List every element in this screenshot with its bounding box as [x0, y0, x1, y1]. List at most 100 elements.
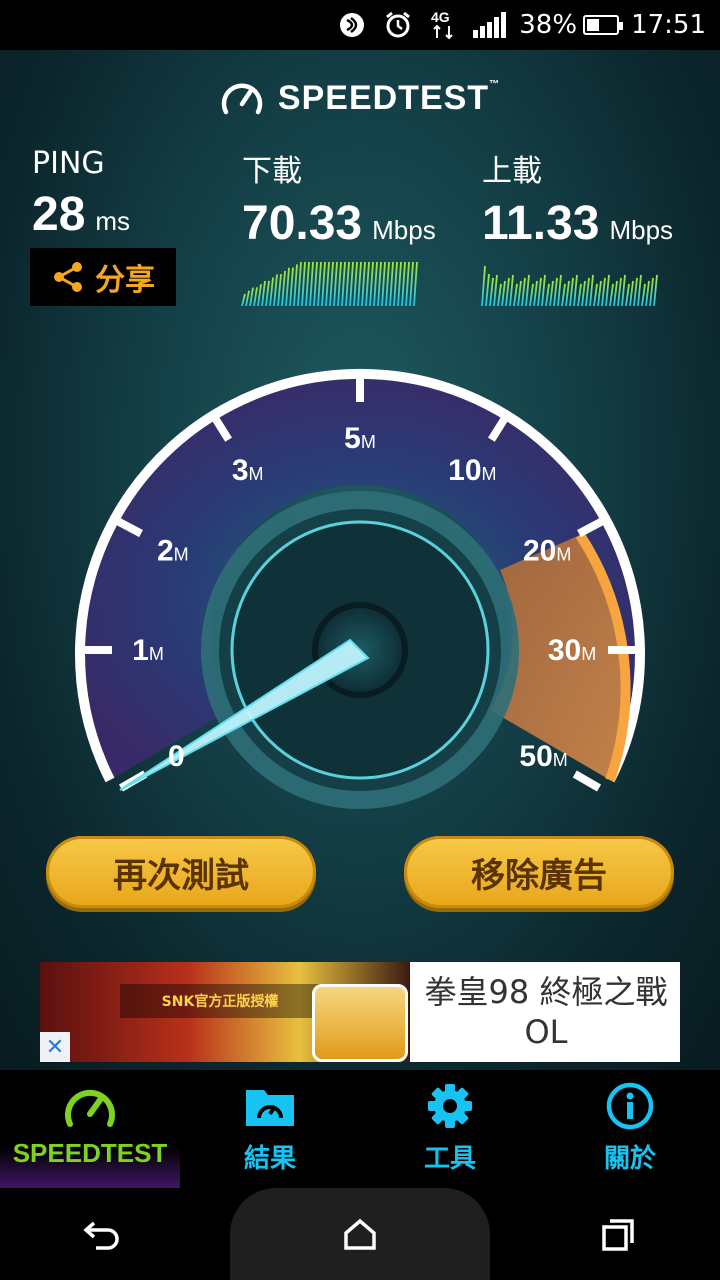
upload-value: 11.33	[482, 197, 600, 250]
tab-label-about: 關於	[603, 1144, 656, 1174]
gauge-label: 0	[168, 740, 185, 773]
graph-bar	[497, 283, 502, 306]
graph-bar	[589, 274, 594, 306]
graph-bar	[509, 274, 514, 306]
graph-bar	[401, 261, 406, 306]
tab-label-results: 結果	[243, 1144, 296, 1174]
graph-bar	[481, 265, 486, 306]
graph-bar	[353, 261, 358, 306]
graph-bar	[609, 283, 614, 306]
home-icon	[344, 1218, 376, 1250]
ad-banner[interactable]: SNK官方正版授權 ✕ 拳皇98 終極之戰OL	[40, 962, 680, 1062]
graph-bar	[273, 274, 278, 306]
graph-bar	[393, 261, 398, 306]
graph-bar	[293, 264, 298, 306]
graph-bar	[505, 277, 510, 306]
ad-thumbnail[interactable]	[312, 984, 408, 1062]
graph-bar	[377, 261, 382, 306]
graph-bar	[537, 277, 542, 306]
speedtest-logo: SPEEDTEST™	[0, 78, 720, 118]
graph-bar	[341, 261, 346, 306]
tab-label-tools: 工具	[423, 1144, 476, 1174]
ad-text[interactable]: 拳皇98 終極之戰OL	[412, 972, 680, 1052]
graph-bar	[241, 293, 246, 306]
graph-bar	[581, 280, 586, 306]
graph-bar	[413, 261, 418, 306]
ping-value: 28	[32, 188, 86, 241]
back-button[interactable]	[27, 1199, 177, 1269]
graph-bar	[549, 280, 554, 306]
speedtest-screen: SPEEDTEST™ PING 28 ms 下載 70.33 Mbps 上載 11.…	[0, 50, 720, 1070]
battery-indicator: 38%	[519, 10, 624, 40]
ping-unit: ms	[95, 206, 131, 236]
status-bar: 4G 38% 17:51	[0, 0, 720, 50]
home-button[interactable]	[229, 1188, 490, 1280]
signal-icon	[473, 8, 507, 42]
clock: 17:51	[631, 10, 706, 40]
share-label: 分享	[95, 263, 155, 298]
results-folder-icon	[246, 1090, 294, 1126]
graph-bar	[641, 283, 646, 306]
graph-bar	[513, 283, 518, 306]
nfc-icon	[335, 8, 369, 42]
speed-gauge: 01M2M3M5M10M20M30M50M	[75, 368, 645, 809]
recent-apps-button[interactable]	[543, 1199, 693, 1269]
graph-bar	[349, 261, 354, 306]
graph-bar	[565, 280, 570, 306]
graph-bar	[637, 274, 642, 306]
tab-label-speedtest: SPEEDTEST	[12, 1138, 168, 1168]
graph-bar	[337, 261, 342, 306]
recent-apps-icon	[602, 1219, 635, 1251]
graph-bar	[569, 277, 574, 306]
graph-bar	[517, 280, 522, 306]
graph-bar	[397, 261, 402, 306]
graph-bar	[285, 267, 290, 306]
bottom-tab-bar: SPEEDTEST 結果 工具 關於	[0, 1070, 720, 1188]
graph-bar	[245, 290, 250, 306]
logo-text: SPEEDTEST	[277, 78, 490, 117]
upload-speed-graph	[481, 265, 658, 306]
tab-about[interactable]: 關於	[540, 1070, 720, 1188]
graph-bar	[357, 261, 362, 306]
graph-bar	[405, 261, 410, 306]
graph-bar	[585, 277, 590, 306]
graph-bar	[577, 283, 582, 306]
tab-tools[interactable]: 工具	[360, 1070, 540, 1188]
graph-bar	[269, 277, 274, 306]
graph-bar	[613, 280, 618, 306]
tab-results[interactable]: 結果	[180, 1070, 360, 1188]
graph-bar	[485, 273, 490, 306]
gear-icon	[428, 1084, 472, 1128]
graph-bar	[525, 274, 530, 306]
speedometer-icon	[65, 1089, 115, 1127]
graph-bar	[593, 283, 598, 306]
graph-bar	[249, 287, 254, 306]
upload-unit: Mbps	[609, 215, 674, 245]
graph-bar	[325, 261, 330, 306]
graph-bar	[605, 274, 610, 306]
graph-bar	[601, 277, 606, 306]
retest-button[interactable]: 再次測試	[46, 836, 316, 908]
graph-bar	[625, 283, 630, 306]
download-value: 70.33	[242, 197, 363, 250]
share-button[interactable]: 分享	[30, 248, 176, 306]
graph-bar	[621, 274, 626, 306]
upload-label: 上載	[482, 154, 542, 189]
speedometer-logo-icon	[221, 83, 263, 115]
graph-bar	[573, 274, 578, 306]
share-icon	[54, 262, 82, 292]
upload-result: 上載 11.33 Mbps	[482, 146, 673, 251]
graph-bar	[277, 274, 282, 306]
graph-bar	[409, 261, 414, 306]
network-4g-icon: 4G	[427, 8, 461, 42]
graph-bar	[361, 261, 366, 306]
graph-bar	[261, 280, 266, 306]
graph-bar	[545, 283, 550, 306]
graph-bar	[369, 261, 374, 306]
graph-bar	[529, 283, 534, 306]
back-icon	[82, 1221, 119, 1250]
tab-speedtest[interactable]: SPEEDTEST	[0, 1070, 180, 1188]
ad-close-icon[interactable]: ✕	[40, 1032, 70, 1062]
graph-bar	[493, 274, 498, 306]
remove-ads-button[interactable]: 移除廣告	[404, 836, 674, 908]
